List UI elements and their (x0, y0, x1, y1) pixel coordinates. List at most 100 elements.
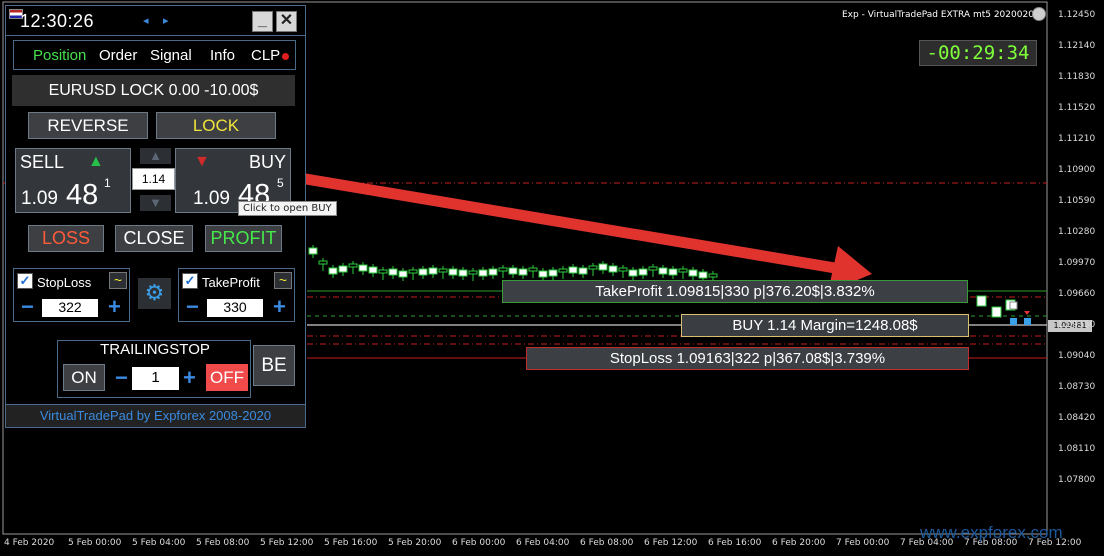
prev-arrow-icon[interactable]: ◂ (143, 14, 149, 27)
stoploss-line-label[interactable]: StopLoss 1.09163|322 p|367.08$|3.739% (526, 347, 969, 370)
price-axis-label: 1.09660 (1058, 289, 1096, 299)
takeprofit-checkbox[interactable]: ✓ (182, 273, 198, 289)
annotation-arrow (294, 172, 872, 292)
sell-label: SELL (20, 152, 65, 172)
candle (348, 263, 358, 268)
price-axis-label: 1.08110 (1058, 444, 1096, 454)
lot-decrease-icon[interactable]: ▼ (140, 195, 171, 211)
bar-countdown-timer: -00:29:34 (919, 40, 1037, 66)
candle (498, 267, 508, 272)
candle (508, 267, 518, 275)
stoploss-label: StopLoss (37, 275, 92, 290)
breakeven-button[interactable]: BE (253, 345, 295, 386)
tab-signal[interactable]: Signal (150, 47, 192, 64)
sell-price-pips: 48 (66, 179, 99, 211)
close-all-button[interactable]: CLOSE (115, 225, 193, 252)
date-axis-label: 7 Feb 00:00 (836, 538, 890, 548)
stoploss-group: ✓ StopLoss ~ − 322 + (13, 268, 130, 322)
date-axis-label: 6 Feb 04:00 (516, 538, 570, 548)
candle (438, 268, 448, 273)
candle (658, 267, 668, 275)
candle (388, 268, 398, 276)
trailing-minus-button[interactable]: − (115, 365, 128, 391)
trailing-on-button[interactable]: ON (63, 364, 105, 391)
price-axis-label: 1.09350 (1058, 320, 1096, 330)
close-panel-button[interactable]: ✕ (276, 11, 297, 32)
sell-button[interactable]: SELL ▲ 1.09 48 1 (15, 148, 131, 213)
lot-size-input[interactable]: 1.14 (132, 168, 175, 190)
stoploss-wave-icon[interactable]: ~ (109, 272, 127, 289)
candle (608, 265, 618, 273)
date-axis-label: 5 Feb 12:00 (260, 538, 314, 548)
lot-increase-icon[interactable]: ▲ (140, 148, 171, 164)
reverse-button[interactable]: REVERSE (28, 112, 148, 139)
tab-clp[interactable]: CLP (251, 47, 280, 64)
trailing-off-button[interactable]: OFF (206, 364, 248, 391)
date-axis-label: 6 Feb 16:00 (708, 538, 762, 548)
expert-title: Exp - VirtualTradePad EXTRA mt5 20200206 (842, 10, 1040, 20)
panel-footer: VirtualTradePad by Expforex 2008-2020 (6, 404, 305, 427)
price-axis-label: 1.09040 (1058, 351, 1096, 361)
takeprofit-plus-button[interactable]: + (273, 296, 286, 318)
candle (708, 273, 718, 278)
candle (618, 267, 628, 272)
close-profit-button[interactable]: PROFIT (205, 225, 282, 252)
candle (328, 267, 338, 275)
candle (628, 269, 638, 277)
date-axis-label: 6 Feb 20:00 (772, 538, 826, 548)
takeprofit-line-label[interactable]: TakeProfit 1.09815|330 p|376.20$|3.832% (502, 280, 968, 303)
watermark: www.expforex.com (920, 523, 1063, 542)
stoploss-input[interactable]: 322 (42, 299, 98, 317)
tab-info[interactable]: Info (210, 47, 235, 64)
tab-order[interactable]: Order (99, 47, 137, 64)
candle (568, 266, 578, 274)
candle (418, 268, 428, 276)
candle (358, 264, 368, 272)
candle (378, 269, 388, 274)
close-loss-button[interactable]: LOSS (28, 225, 104, 252)
price-axis-label: 1.12140 (1058, 41, 1096, 51)
candle (976, 295, 987, 307)
panel-tabs: Position Order Signal Info CLP (13, 40, 296, 70)
clp-status-dot-icon (282, 53, 289, 60)
candle (368, 266, 378, 274)
date-axis-label: 5 Feb 08:00 (196, 538, 250, 548)
next-arrow-icon[interactable]: ▸ (163, 14, 169, 27)
takeprofit-minus-button[interactable]: − (186, 296, 199, 318)
gear-icon[interactable]: ⚙ (138, 278, 171, 309)
tab-position[interactable]: Position (33, 47, 86, 64)
stoploss-minus-button[interactable]: − (21, 296, 34, 318)
buy-label: BUY (248, 152, 286, 172)
date-axis-label: 5 Feb 00:00 (68, 538, 122, 548)
date-axis-label: 5 Feb 20:00 (388, 538, 442, 548)
buy-position-label[interactable]: BUY 1.14 Margin=1248.08$ (681, 314, 969, 337)
takeprofit-input[interactable]: 330 (207, 299, 263, 317)
panel-titlebar[interactable]: 12:30:26 ◂ ▸ _ ✕ (6, 6, 305, 36)
minimize-button[interactable]: _ (252, 11, 273, 32)
trailingstop-group: TRAILINGSTOP ON − 1 + OFF (57, 340, 251, 398)
buy-tooltip: Click to open BUY (238, 201, 337, 216)
price-axis-label: 1.09970 (1058, 258, 1096, 268)
lock-button[interactable]: LOCK (156, 112, 276, 139)
candle (318, 260, 328, 265)
price-axis-label: 1.10590 (1058, 196, 1096, 206)
trailing-plus-button[interactable]: + (183, 365, 196, 391)
price-axis-label: 1.07800 (1058, 475, 1096, 485)
candle (528, 267, 538, 272)
candle (991, 306, 1002, 318)
price-axis-label: 1.08730 (1058, 382, 1096, 392)
price-axis-label: 1.11520 (1058, 103, 1096, 113)
candle (488, 268, 498, 276)
trailing-input[interactable]: 1 (132, 367, 179, 390)
candle (648, 266, 658, 271)
candle (558, 268, 568, 273)
candle (678, 268, 688, 273)
takeprofit-wave-icon[interactable]: ~ (274, 272, 292, 289)
stoploss-plus-button[interactable]: + (108, 296, 121, 318)
stoploss-checkbox[interactable]: ✓ (17, 273, 33, 289)
candle (398, 270, 408, 278)
price-axis-label: 1.08420 (1058, 413, 1096, 423)
candle (538, 270, 548, 278)
candle (688, 269, 698, 277)
price-axis-label: 1.12450 (1058, 10, 1096, 20)
